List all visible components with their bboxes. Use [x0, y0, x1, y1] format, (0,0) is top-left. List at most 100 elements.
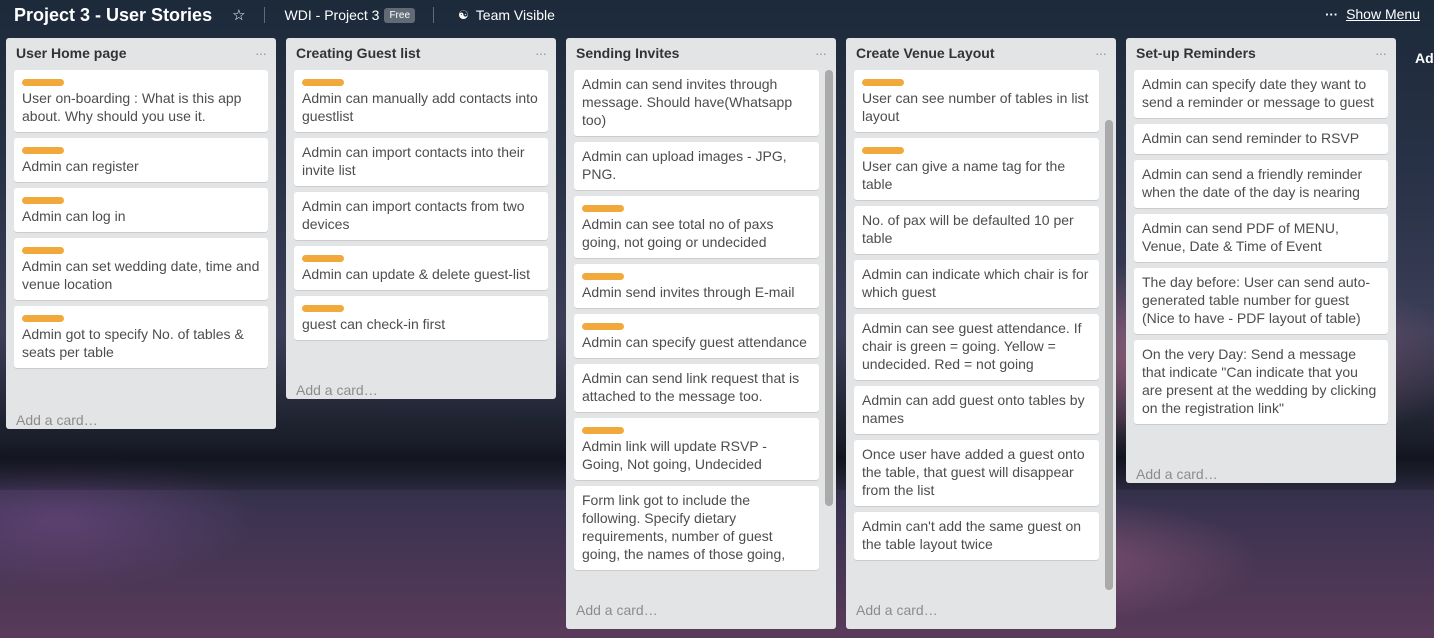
card-text: Admin can't add the same guest on the ta…: [862, 518, 1082, 552]
list-4: Create Venue Layout ··· User can see numbe…: [846, 38, 1116, 629]
card-label-orange: [22, 247, 64, 254]
scrollbar-thumb[interactable]: [825, 70, 833, 506]
visibility-button[interactable]: ☯ Team Visible: [458, 7, 555, 23]
card[interactable]: Admin can set wedding date, time and ven…: [14, 238, 268, 300]
card[interactable]: Admin can update & delete guest-list: [294, 246, 548, 290]
card[interactable]: User can see number of tables in list la…: [854, 70, 1099, 132]
card[interactable]: Admin can send invites through message. …: [574, 70, 819, 136]
add-card-button[interactable]: Add a card…: [566, 594, 836, 627]
list-title[interactable]: Sending Invites: [576, 45, 679, 61]
list-header: Sending Invites ···: [566, 38, 836, 68]
card[interactable]: Admin can indicate which chair is for wh…: [854, 260, 1099, 308]
card-text: Admin can upload images - JPG, PNG.: [582, 148, 787, 182]
card-text: Admin can send invites through message. …: [582, 76, 793, 128]
card-text: Admin can see guest attendance. If chair…: [862, 320, 1082, 372]
card[interactable]: Once user have added a guest onto the ta…: [854, 440, 1099, 506]
card[interactable]: User on-boarding : What is this app abou…: [14, 70, 268, 132]
add-card-button[interactable]: Add a card…: [286, 374, 556, 407]
list-title[interactable]: Set-up Reminders: [1136, 45, 1256, 61]
card[interactable]: Admin can't add the same guest on the ta…: [854, 512, 1099, 560]
list-menu-icon[interactable]: ···: [535, 45, 547, 61]
card-text: Admin can import contacts from two devic…: [302, 198, 525, 232]
card-text: Admin can update & delete guest-list: [302, 266, 531, 282]
card-text: Form link got to include the following. …: [582, 492, 786, 562]
card[interactable]: Admin can upload images - JPG, PNG.: [574, 142, 819, 190]
list-1: User Home page ··· User on-boarding : What…: [6, 38, 276, 429]
card-list: User can see number of tables in list la…: [846, 68, 1116, 594]
add-card-button[interactable]: Add a card…: [6, 404, 276, 437]
card[interactable]: Admin can import contacts from two devic…: [294, 192, 548, 240]
card[interactable]: Admin can see guest attendance. If chair…: [854, 314, 1099, 380]
card[interactable]: Admin can add guest onto tables by names: [854, 386, 1099, 434]
card-text: Admin can import contacts into their inv…: [302, 144, 525, 178]
add-card-button[interactable]: Add a card…: [846, 594, 1116, 627]
card-text: Once user have added a guest onto the ta…: [862, 446, 1085, 498]
card-label-orange: [22, 315, 64, 322]
list-title[interactable]: User Home page: [16, 45, 126, 61]
list-title[interactable]: Create Venue Layout: [856, 45, 995, 61]
card-label-orange: [862, 147, 904, 154]
list-menu-icon[interactable]: ···: [255, 45, 267, 61]
card-text: guest can check-in first: [302, 316, 446, 332]
card[interactable]: Admin can specify guest attendance: [574, 314, 819, 358]
card[interactable]: User can give a name tag for the table: [854, 138, 1099, 200]
card-text: Admin can see total no of paxs going, no…: [582, 216, 774, 250]
star-icon[interactable]: ☆: [232, 6, 245, 24]
card[interactable]: Form link got to include the following. …: [574, 486, 819, 570]
card-list: Admin can send invites through message. …: [566, 68, 836, 594]
card-text: Admin can indicate which chair is for wh…: [862, 266, 1089, 300]
team-badge: Free: [384, 7, 416, 23]
add-card-button[interactable]: Add a card…: [1126, 458, 1396, 491]
card-label-orange: [302, 79, 344, 86]
card[interactable]: Admin can log in: [14, 188, 268, 232]
card[interactable]: Admin can send link request that is atta…: [574, 364, 819, 412]
card-text: Admin can set wedding date, time and ven…: [22, 258, 260, 292]
card[interactable]: Admin can send a friendly reminder when …: [1134, 160, 1388, 208]
card[interactable]: Admin can register: [14, 138, 268, 182]
card[interactable]: On the very Day: Send a message that ind…: [1134, 340, 1388, 424]
card-text: Admin can manually add contacts into gue…: [302, 90, 538, 124]
list-3: Sending Invites ··· Admin can send invites…: [566, 38, 836, 629]
list-header: Create Venue Layout ···: [846, 38, 1116, 68]
card[interactable]: Admin link will update RSVP - Going, Not…: [574, 418, 819, 480]
scrollbar-thumb[interactable]: [1105, 120, 1113, 590]
card[interactable]: Admin can send PDF of MENU, Venue, Date …: [1134, 214, 1388, 262]
show-menu-button[interactable]: Show Menu: [1346, 6, 1420, 22]
team-name: WDI - Project 3: [284, 7, 380, 23]
card-text: User can give a name tag for the table: [862, 158, 1066, 192]
card[interactable]: No. of pax will be defaulted 10 per tabl…: [854, 206, 1099, 254]
list-menu-icon[interactable]: ···: [815, 45, 827, 61]
list-2: Creating Guest list ··· Admin can manually…: [286, 38, 556, 399]
list-menu-icon[interactable]: ···: [1375, 45, 1387, 61]
card-text: Admin can specify guest attendance: [582, 334, 807, 350]
card[interactable]: Admin can manually add contacts into gue…: [294, 70, 548, 132]
card[interactable]: Admin can see total no of paxs going, no…: [574, 196, 819, 258]
card-label-orange: [582, 273, 624, 280]
card[interactable]: Admin can import contacts into their inv…: [294, 138, 548, 186]
card[interactable]: The day before: User can send auto-gener…: [1134, 268, 1388, 334]
card-text: Admin send invites through E-mail: [582, 284, 795, 300]
card-list: Admin can manually add contacts into gue…: [286, 68, 556, 374]
card-text: Admin can register: [22, 158, 139, 174]
card-text: User can see number of tables in list la…: [862, 90, 1089, 124]
list-title[interactable]: Creating Guest list: [296, 45, 420, 61]
show-menu-area: ··· Show Menu: [1325, 6, 1420, 22]
team-button[interactable]: WDI - Project 3 Free: [284, 7, 416, 23]
list-menu-icon[interactable]: ···: [1095, 45, 1107, 61]
card[interactable]: Admin send invites through E-mail: [574, 264, 819, 308]
board-title[interactable]: Project 3 - User Stories: [14, 5, 212, 26]
card-text: Admin can log in: [22, 208, 126, 224]
list-scrollbar[interactable]: [825, 70, 833, 506]
card-text: Admin can send PDF of MENU, Venue, Date …: [1142, 220, 1339, 254]
list-scrollbar[interactable]: [1105, 120, 1113, 590]
add-list-button[interactable]: Add a list…: [1415, 50, 1434, 66]
card-text: Admin can send link request that is atta…: [582, 370, 800, 404]
card-text: Admin can specify date they want to send…: [1142, 76, 1374, 110]
card[interactable]: Admin can specify date they want to send…: [1134, 70, 1388, 118]
card-label-orange: [582, 205, 624, 212]
card[interactable]: Admin can send reminder to RSVP: [1134, 124, 1388, 154]
more-icon[interactable]: ···: [1325, 7, 1338, 22]
card[interactable]: Admin got to specify No. of tables & sea…: [14, 306, 268, 368]
header-divider: [433, 7, 435, 23]
card[interactable]: guest can check-in first: [294, 296, 548, 340]
